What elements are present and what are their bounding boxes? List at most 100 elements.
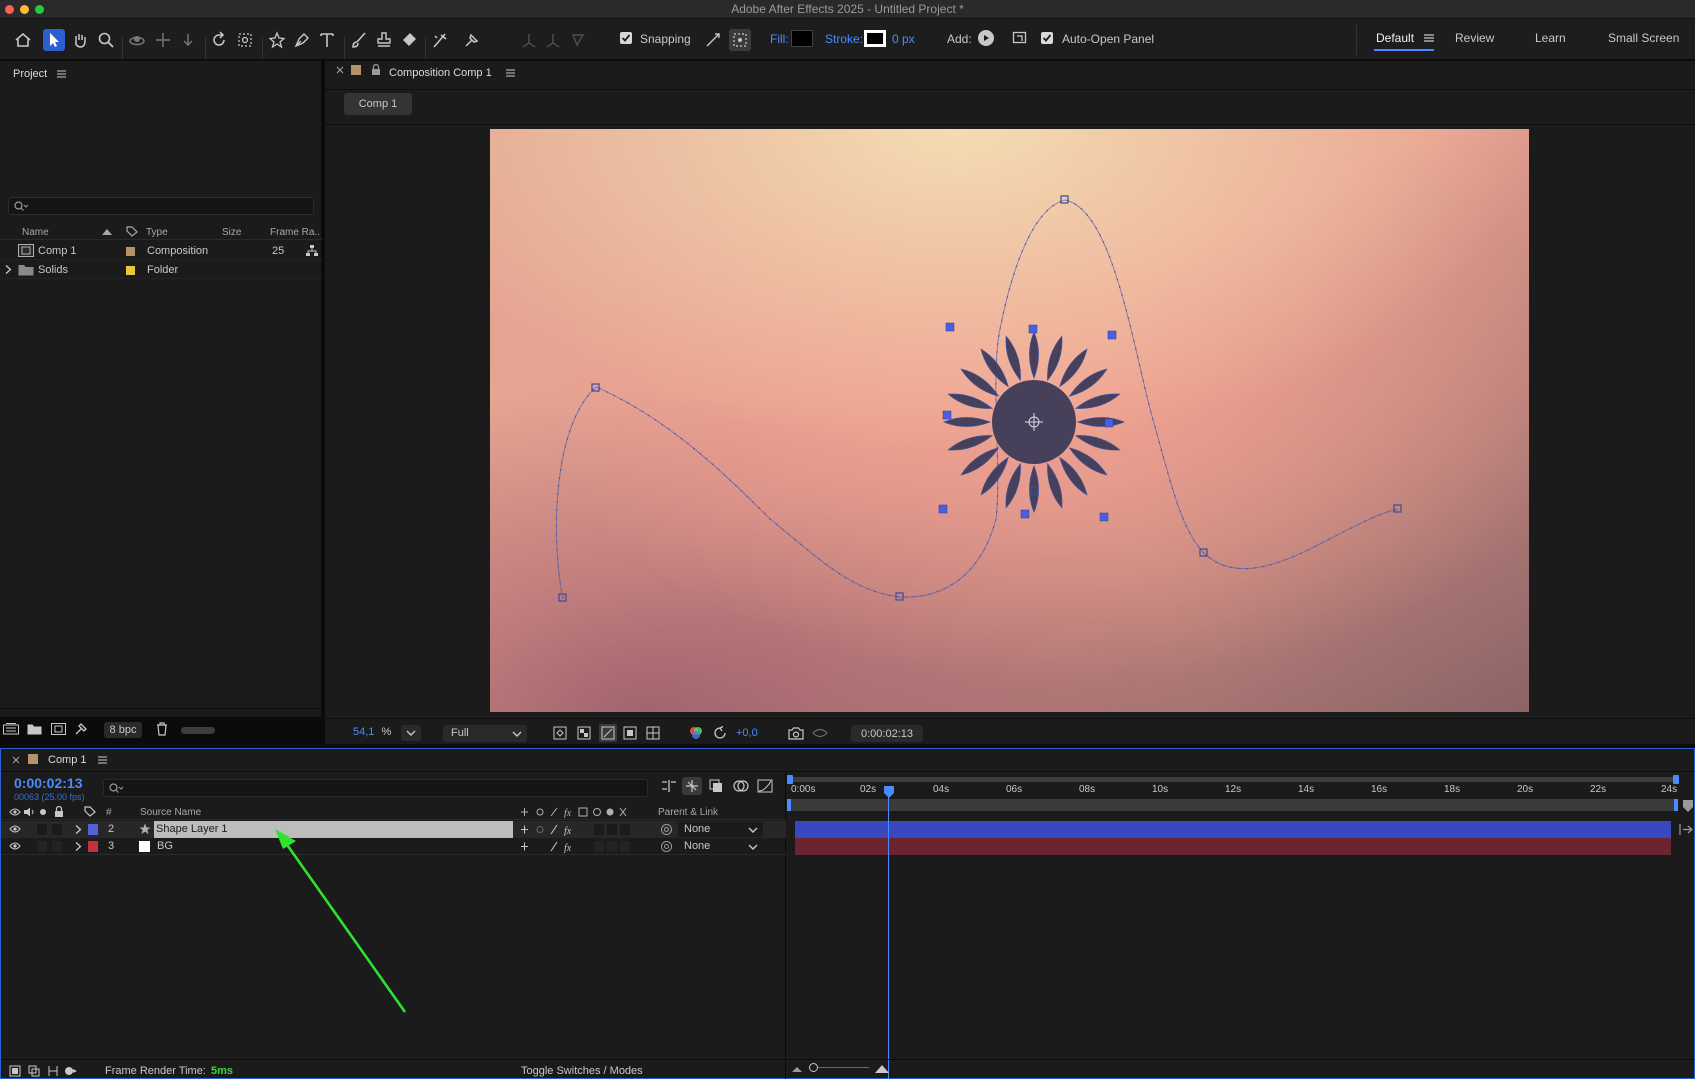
pen-tool-icon[interactable]	[291, 29, 313, 51]
selection-tool-icon[interactable]	[43, 29, 65, 51]
comp-marker-bin-icon[interactable]	[1682, 799, 1694, 813]
stroke-swatch[interactable]	[864, 30, 886, 47]
layer-bar-bg[interactable]	[795, 838, 1671, 855]
interpret-footage-icon[interactable]	[3, 723, 19, 735]
thumbnail-size-slider[interactable]	[181, 727, 215, 734]
pan-camera-icon[interactable]	[152, 29, 174, 51]
zoom-number[interactable]: 54,1	[353, 726, 374, 738]
brush-tool-icon[interactable]	[348, 29, 370, 51]
breadcrumb-comp[interactable]: Comp 1	[344, 93, 412, 115]
auto-open-panel-checkbox[interactable]	[1041, 32, 1053, 44]
eye-icon[interactable]	[9, 841, 21, 851]
current-time-display[interactable]: 0:00:02:13	[14, 775, 83, 791]
label-color-swatch[interactable]	[126, 266, 135, 275]
stroke-width-value[interactable]: 0 px	[892, 32, 915, 46]
timeline-zoom-slider[interactable]	[809, 1067, 869, 1068]
workspace-review[interactable]: Review	[1455, 31, 1494, 45]
motion-blur-icon[interactable]	[733, 779, 749, 793]
timeline-graph-area[interactable]: 0:00s 02s 04s 06s 08s 10s 12s 14s 16s 18…	[787, 772, 1694, 1079]
graph-editor-icon[interactable]	[757, 779, 773, 793]
solo-toggle[interactable]	[37, 824, 47, 835]
snapshot-camera-icon[interactable]	[788, 726, 804, 740]
stroke-label[interactable]: Stroke:	[825, 32, 863, 46]
toggle-switches-modes-button[interactable]: Toggle Switches / Modes	[521, 1065, 643, 1077]
puppet-pin-tool-icon[interactable]	[461, 29, 483, 51]
bit-depth-button[interactable]: 8 bpc	[104, 722, 142, 738]
chevron-right-icon[interactable]	[75, 842, 82, 851]
timeline-tab-title[interactable]: Comp 1	[48, 754, 87, 766]
layer-switches-toggle-icon[interactable]	[9, 1065, 21, 1077]
composition-flowchart-icon[interactable]	[661, 779, 677, 793]
lock-icon[interactable]	[54, 806, 64, 818]
mask-visibility-icon[interactable]	[599, 724, 617, 742]
column-name[interactable]: Name	[22, 227, 49, 238]
column-size[interactable]: Size	[222, 227, 241, 238]
time-navigator[interactable]	[790, 799, 1677, 811]
project-panel-title[interactable]: Project	[13, 68, 47, 80]
trash-icon[interactable]	[156, 722, 168, 736]
workspace-learn[interactable]: Learn	[1535, 31, 1566, 45]
zoom-out-mountain-icon[interactable]	[791, 1064, 803, 1074]
new-composition-icon[interactable]	[51, 723, 66, 735]
playhead-handle[interactable]	[884, 786, 894, 798]
layer-end-icon[interactable]	[1679, 823, 1693, 836]
lock-toggle[interactable]	[52, 841, 62, 852]
switches-header-icons[interactable]: fx	[519, 806, 631, 818]
home-icon[interactable]	[12, 29, 34, 51]
project-item-comp[interactable]: Comp 1 Composition 25	[0, 241, 322, 260]
work-area-start-handle[interactable]	[787, 775, 793, 784]
zoom-in-mountain-icon[interactable]	[874, 1063, 890, 1074]
composition-tab-title[interactable]: Composition Comp 1	[389, 67, 492, 79]
column-frame-rate[interactable]: Frame Ra..	[270, 227, 320, 238]
exposure-value[interactable]: +0,0	[736, 727, 758, 739]
label-tag-icon[interactable]	[84, 806, 96, 817]
label-tag-icon[interactable]	[126, 226, 138, 237]
reset-exposure-icon[interactable]	[713, 726, 727, 740]
parent-dropdown[interactable]: None	[678, 839, 763, 854]
label-color-swatch[interactable]	[88, 824, 98, 835]
fill-label[interactable]: Fill:	[770, 32, 789, 46]
pick-whip-icon[interactable]	[660, 840, 673, 853]
column-source-name[interactable]: Source Name	[140, 807, 201, 818]
pick-whip-icon[interactable]	[660, 823, 673, 836]
grid-guides-icon[interactable]	[646, 726, 660, 740]
close-icon[interactable]	[12, 756, 20, 764]
dolly-camera-icon[interactable]	[177, 29, 199, 51]
workspace-small-screen[interactable]: Small Screen	[1608, 31, 1679, 45]
clone-stamp-tool-icon[interactable]	[373, 29, 395, 51]
region-of-interest-icon[interactable]	[623, 726, 637, 740]
fill-swatch[interactable]	[791, 30, 813, 47]
layer-switches[interactable]: fx	[519, 823, 631, 836]
in-out-stretch-icon[interactable]	[47, 1065, 59, 1077]
eraser-tool-icon[interactable]	[398, 29, 420, 51]
layer-bar-shape[interactable]	[795, 821, 1671, 838]
layer-switches[interactable]: fx	[519, 840, 631, 853]
navigator-end-handle[interactable]	[1674, 799, 1678, 811]
draft-3d-icon[interactable]	[682, 777, 702, 795]
work-area-bar[interactable]	[790, 777, 1677, 782]
transfer-controls-icon[interactable]	[28, 1065, 40, 1077]
frame-blending-icon[interactable]	[709, 779, 723, 793]
lock-toggle[interactable]	[52, 824, 62, 835]
solo-icon[interactable]	[40, 809, 46, 815]
zoom-tool-icon[interactable]	[95, 29, 117, 51]
timeline-zoom-handle[interactable]	[809, 1063, 818, 1072]
column-type[interactable]: Type	[146, 227, 168, 238]
anchor-point-tool-icon[interactable]	[234, 29, 256, 51]
panel-menu-icon[interactable]	[57, 70, 66, 78]
type-tool-icon[interactable]	[316, 29, 338, 51]
zoom-value[interactable]: 54,1 %	[353, 726, 391, 738]
viewer-timecode[interactable]: 0:00:02:13	[851, 725, 923, 742]
transparency-grid-icon[interactable]	[577, 726, 591, 740]
composition-viewer[interactable]	[490, 129, 1529, 712]
workspace-default[interactable]: Default	[1376, 31, 1414, 45]
flowchart-icon[interactable]	[306, 245, 318, 257]
open-panel-icon[interactable]	[1012, 30, 1027, 45]
timeline-search-input[interactable]	[103, 779, 648, 797]
lock-icon[interactable]	[371, 64, 381, 76]
panel-menu-icon[interactable]	[98, 756, 107, 764]
hand-tool-icon[interactable]	[69, 29, 91, 51]
project-item-folder[interactable]: Solids Folder	[0, 260, 322, 279]
parent-dropdown[interactable]: None	[678, 822, 763, 837]
workspace-menu-icon[interactable]	[1424, 33, 1434, 43]
